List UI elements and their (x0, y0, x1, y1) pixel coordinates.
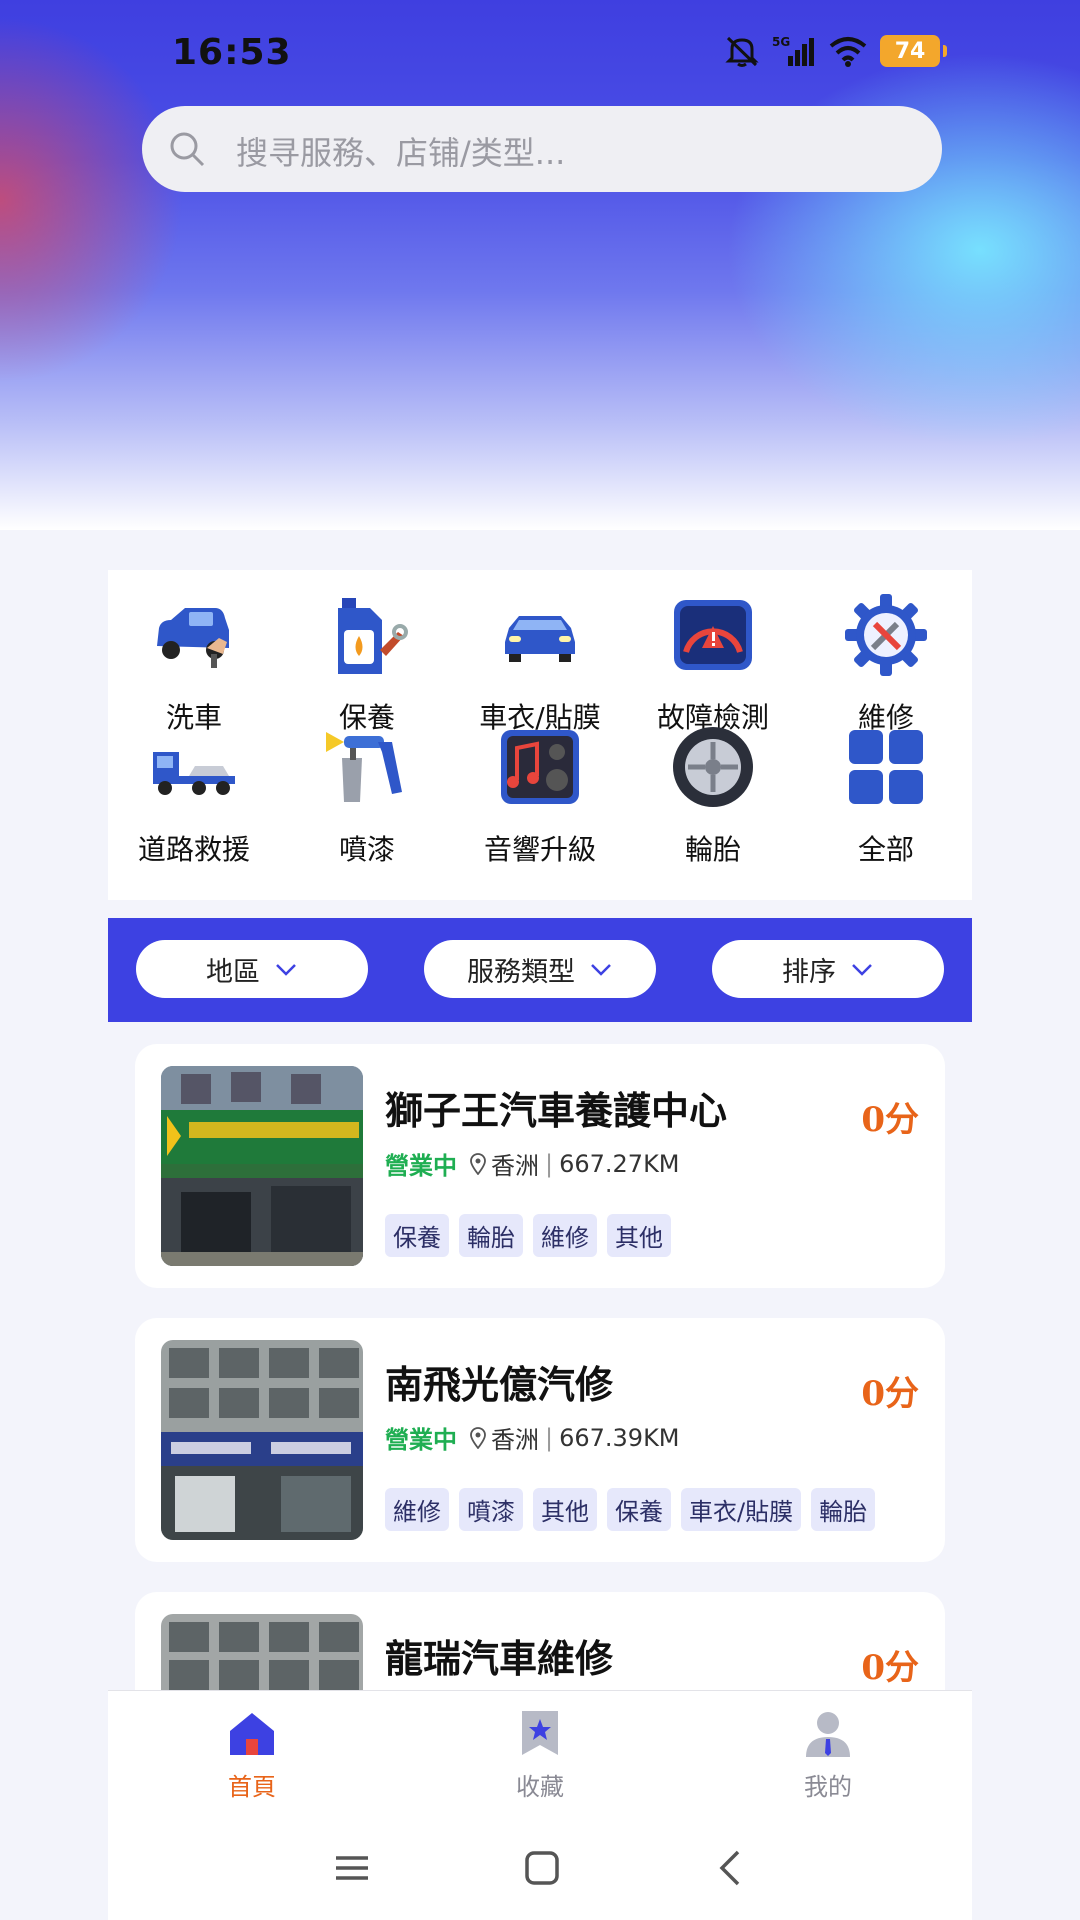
category-label: 全部 (857, 833, 914, 866)
shop-name: 龍瑞汽車維修 (385, 1637, 614, 1681)
shop-name: 南飛光億汽修 (385, 1363, 614, 1407)
service-tags: 保養 輪胎 維修 其他 (385, 1214, 671, 1257)
back-arrow-icon[interactable] (712, 1848, 752, 1888)
location-pin-icon (470, 1426, 486, 1449)
service-type-filter-label: 服務類型 (467, 956, 575, 988)
status-time: 16:53 (172, 32, 292, 73)
network-label: 5G (772, 35, 790, 49)
category-label: 音響升級 (483, 833, 596, 866)
tow-truck-icon (153, 752, 235, 795)
repair-gear-icon (845, 594, 927, 676)
signal-5g-icon: 5G (772, 35, 814, 66)
tab-label: 我的 (804, 1773, 852, 1801)
service-tag: 輪胎 (811, 1488, 876, 1531)
shop-card[interactable]: 龍瑞汽車維修 0分 (135, 1592, 945, 1690)
home-square-icon[interactable] (522, 1848, 562, 1888)
category-all[interactable]: 全部 (800, 722, 972, 882)
service-tag: 噴漆 (459, 1488, 523, 1531)
shop-location: 香洲 (491, 1152, 539, 1180)
sort-filter[interactable]: 排序 (712, 940, 944, 998)
location-pin-icon (470, 1152, 486, 1175)
app-screen: 16:53 5G 74 搜寻服務、店铺/类型... 洗車 保養 車衣/貼膜 故障… (0, 0, 1080, 1920)
category-label: 道路救援 (137, 833, 250, 866)
shop-name: 獅子王汽車養護中心 (385, 1089, 728, 1133)
tab-label: 首頁 (228, 1773, 276, 1801)
bookmark-star-icon (522, 1711, 558, 1755)
shop-photo (161, 1066, 363, 1266)
shop-distance: 667.27KM (559, 1149, 680, 1178)
all-grid-icon (849, 730, 923, 804)
shop-photo (161, 1614, 363, 1690)
shop-score: 0分 (861, 1374, 919, 1414)
shop-list: 獅子王汽車養護中心 0分 營業中 香洲 | 667.27KM 保養 輪胎 維修 … (108, 1022, 972, 1690)
mute-bell-icon (725, 36, 759, 67)
category-tires[interactable]: 輪胎 (627, 722, 799, 882)
category-label: 輪胎 (684, 833, 741, 866)
divider: | (545, 1423, 554, 1452)
tab-favorites[interactable]: 收藏 (440, 1707, 640, 1802)
chevron-down-icon (591, 964, 611, 976)
status-bar: 16:53 5G 74 (0, 0, 1080, 110)
bottom-tab-bar: 首頁 收藏 我的 (108, 1690, 972, 1830)
chevron-down-icon (276, 964, 296, 976)
category-label: 噴漆 (338, 833, 395, 866)
divider: | (545, 1149, 554, 1178)
battery-level: 74 (894, 38, 926, 64)
car-wash-icon (157, 608, 229, 668)
shop-score: 0分 (861, 1100, 919, 1140)
open-status-badge: 營業中 (385, 1152, 457, 1180)
category-grid: 洗車 保養 車衣/貼膜 故障檢測 維修 道路救援 噴漆 音響升級 輪胎 全部 (108, 570, 972, 900)
home-icon (230, 1713, 274, 1755)
service-tags: 維修 噴漆 其他 保養 車衣/貼膜 輪胎 (385, 1488, 876, 1531)
wifi-icon (829, 37, 867, 67)
search-icon (170, 132, 205, 167)
service-type-filter[interactable]: 服務類型 (424, 940, 656, 998)
filter-bar: 地區 服務類型 排序 (108, 918, 972, 1022)
chevron-down-icon (852, 964, 872, 976)
service-tag: 其他 (607, 1214, 671, 1257)
search-input[interactable]: 搜寻服務、店铺/类型... (142, 106, 942, 192)
shop-meta: 營業中 香洲 | 667.39KM (385, 1420, 680, 1455)
service-tag: 維修 (385, 1488, 449, 1531)
battery-indicator: 74 (880, 35, 947, 67)
shop-card[interactable]: 獅子王汽車養護中心 0分 營業中 香洲 | 667.27KM 保養 輪胎 維修 … (135, 1044, 945, 1288)
shop-distance: 667.39KM (559, 1423, 680, 1452)
shop-card[interactable]: 南飛光億汽修 0分 營業中 香洲 | 667.39KM 維修 噴漆 其他 保養 … (135, 1318, 945, 1562)
spray-gun-icon (326, 732, 402, 802)
tab-label: 收藏 (516, 1773, 564, 1801)
shop-photo (161, 1340, 363, 1540)
open-status-badge: 營業中 (385, 1426, 457, 1454)
shop-location: 香洲 (491, 1426, 539, 1454)
status-icons: 5G 74 (724, 34, 947, 68)
tab-mine[interactable]: 我的 (728, 1707, 928, 1802)
region-filter-label: 地區 (206, 956, 260, 988)
service-tag: 其他 (533, 1488, 597, 1531)
search-placeholder: 搜寻服務、店铺/类型... (236, 134, 566, 172)
category-audio[interactable]: 音響升級 (454, 722, 626, 882)
user-profile-icon (806, 1712, 850, 1757)
tire-icon (673, 727, 753, 807)
category-road-rescue[interactable]: 道路救援 (108, 722, 280, 882)
sort-filter-label: 排序 (782, 956, 836, 988)
menu-icon[interactable] (332, 1848, 372, 1888)
region-filter[interactable]: 地區 (136, 940, 368, 998)
tab-home[interactable]: 首頁 (152, 1707, 352, 1802)
system-navigation-bar (108, 1830, 972, 1920)
service-tag: 保養 (385, 1214, 449, 1257)
car-film-icon (505, 616, 575, 662)
category-painting[interactable]: 噴漆 (281, 722, 453, 882)
shop-score: 0分 (861, 1648, 919, 1688)
diagnostic-gauge-icon (674, 600, 752, 670)
audio-icon (501, 730, 579, 804)
service-tag: 維修 (533, 1214, 597, 1257)
service-tag: 車衣/貼膜 (681, 1488, 802, 1531)
oil-can-icon (338, 598, 408, 674)
shop-meta: 營業中 香洲 | 667.27KM (385, 1146, 680, 1181)
service-tag: 保養 (607, 1488, 671, 1531)
service-tag: 輪胎 (459, 1214, 523, 1257)
